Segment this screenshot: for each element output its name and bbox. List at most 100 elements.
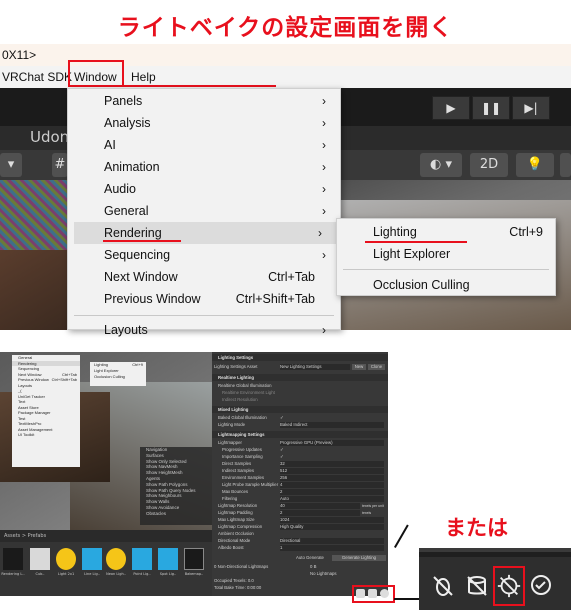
lighting-mode-dropdown[interactable]: Baked Indirect — [280, 422, 384, 428]
setting-value[interactable]: High Quality — [280, 524, 384, 530]
menu-item-general[interactable]: General › — [68, 200, 340, 222]
overlay-item[interactable]: Obstacles — [140, 511, 212, 517]
window-menu-highlight — [68, 60, 124, 87]
submenu-item-occlusion-culling[interactable]: Occlusion Culling — [337, 274, 555, 296]
setting-value[interactable]: 4 — [280, 482, 384, 488]
setting-value[interactable]: 32 — [280, 461, 384, 467]
tab-udon[interactable]: Udon — [30, 128, 69, 146]
menu-vrchat-sdk[interactable]: VRChat SDK — [2, 66, 72, 88]
play-button[interactable]: ▶ — [432, 96, 470, 120]
menu-item-next-window[interactable]: Next Window Ctrl+Tab — [68, 266, 340, 288]
setting-label: Direct Samples — [222, 461, 252, 466]
setting-value[interactable]: 1 — [280, 545, 384, 551]
menu-item-ai[interactable]: AI › — [68, 134, 340, 156]
asset-thumbnail[interactable] — [82, 548, 102, 570]
generate-lighting-button[interactable]: Generate Lighting — [332, 555, 386, 561]
scene-more-button[interactable] — [560, 153, 571, 177]
asset-label: Rendering L.. — [1, 572, 25, 576]
asset-thumbnail[interactable] — [56, 548, 76, 570]
window-title: 0X11> — [2, 48, 37, 62]
setting-value[interactable]: 2 — [280, 489, 384, 495]
submenu-item-lighting[interactable]: Lighting Ctrl+9 — [337, 221, 555, 243]
window-dropdown-menu: Panels › Analysis › AI › Animation › Audio › … — [67, 88, 341, 337]
asset-thumbnail[interactable] — [106, 548, 126, 570]
lighting-status-icon[interactable] — [380, 589, 389, 598]
lightmap-icon[interactable] — [368, 589, 377, 598]
setting-label: Ambient Occlusion — [218, 531, 254, 536]
setting-value[interactable]: Auto — [280, 496, 384, 502]
menu-item-animation[interactable]: Animation › — [68, 156, 340, 178]
lightmapping-section-header[interactable]: Lightmapping Settings — [212, 431, 388, 438]
setting-label: Lighting Mode — [218, 422, 245, 427]
menu-item-previous-window[interactable]: Previous Window Ctrl+Shift+Tab — [68, 288, 340, 310]
asset-label: Cub.. — [35, 572, 45, 576]
asset-thumbnail[interactable] — [158, 548, 178, 570]
step-button[interactable]: ▶| — [512, 96, 550, 120]
setting-value[interactable]: 256 — [280, 475, 384, 481]
lighting-settings-panel: Lighting Settings Lighting Settings Asse… — [212, 352, 388, 596]
setting-value[interactable]: 1024 — [280, 517, 384, 523]
mini-item[interactable]: Previous Window Ctrl+Shift+Tab — [12, 377, 80, 383]
mini-rendering-submenu: Lighting Ctrl+9 Light Explorer Occlusion … — [90, 362, 146, 386]
auto-lighting-icon[interactable] — [496, 573, 522, 599]
tool-dropdown-button[interactable]: ▾ — [0, 153, 22, 177]
menu-item-analysis[interactable]: Analysis › — [68, 112, 340, 134]
clone-settings-button[interactable]: Clone — [368, 364, 385, 370]
realtime-section-header[interactable]: Realtime Lighting — [212, 374, 388, 381]
asset-thumbnail[interactable] — [184, 548, 204, 570]
menu-item-layouts[interactable]: Layouts › — [68, 319, 340, 341]
setting-value[interactable]: 2 — [280, 510, 360, 516]
setting-label: Filtering — [222, 496, 238, 501]
setting-value[interactable]: 512 — [280, 468, 384, 474]
setting-label: Albedo Boost — [218, 545, 244, 550]
scene-texture — [0, 180, 68, 250]
setting-label: Directional Mode — [218, 538, 251, 543]
lighting-panel-title: Lighting Settings — [212, 354, 388, 361]
project-breadcrumb: Assets > Prefabs — [0, 530, 212, 542]
settings-asset-field[interactable]: New Lighting Settings — [280, 364, 350, 370]
setting-value[interactable]: Directional — [280, 538, 384, 544]
menu-item-sequencing[interactable]: Sequencing › — [68, 244, 340, 266]
menu-item-panels[interactable]: Panels › — [68, 90, 340, 112]
mixed-section-header[interactable]: Mixed Lighting — [212, 406, 388, 413]
shading-mode-button[interactable]: ◐ ▾ — [420, 153, 462, 177]
setting-label: Realtime Environment Light — [222, 390, 275, 395]
asset-thumbnail[interactable] — [3, 548, 23, 570]
stat-text: 0 Non-Directional Lightmaps — [214, 564, 269, 569]
stat-text: 0 B — [310, 564, 317, 569]
rendering-underline — [103, 240, 181, 242]
setting-value[interactable]: ✓ — [280, 447, 284, 453]
setting-value[interactable]: ✓ — [280, 415, 284, 421]
database-icon[interactable] — [463, 572, 491, 600]
setting-label: Max Bounces — [222, 489, 249, 494]
lighting-toggle-button[interactable]: 💡 — [516, 153, 554, 177]
grid-tool-button[interactable]: # — [52, 153, 68, 177]
setting-value[interactable]: 40 — [280, 503, 360, 509]
mode-2d-button[interactable]: 2D — [470, 153, 508, 177]
asset-thumbnail[interactable] — [30, 548, 50, 570]
asset-label: Bakemap.. — [184, 572, 204, 576]
pause-button[interactable]: ❚❚ — [472, 96, 510, 120]
setting-value[interactable]: ✓ — [280, 454, 284, 460]
stat-text: Total Bake Time: 0:00:00 — [214, 585, 262, 590]
mini-sub-item[interactable]: Occlusion Culling — [90, 374, 146, 380]
unit-label: texels — [362, 511, 372, 515]
asset-thumbnail[interactable] — [132, 548, 152, 570]
setting-label: Baked Global Illumination — [218, 415, 267, 420]
setting-label: Lightmap Resolution — [218, 503, 258, 508]
new-settings-button[interactable]: New — [352, 364, 366, 370]
menu-item-audio[interactable]: Audio › — [68, 178, 340, 200]
stat-text: No Lightmaps — [310, 571, 337, 576]
debug-bug-icon[interactable] — [429, 572, 457, 600]
asset-label: Spot Lig.. — [159, 572, 177, 576]
mini-item[interactable]: UI Toolkit — [12, 432, 80, 438]
unit-label: texels per unit — [362, 504, 384, 508]
checkmark-circle-icon[interactable] — [530, 574, 552, 596]
alternative-label: または — [445, 516, 508, 540]
auto-generate-label[interactable]: Auto Generate — [296, 555, 324, 561]
submenu-item-light-explorer[interactable]: Light Explorer — [337, 243, 555, 265]
lightmapper-dropdown[interactable]: Progressive GPU (Preview) — [280, 440, 384, 446]
bake-icon[interactable] — [356, 589, 365, 598]
asset-label: Line Lig.. — [84, 572, 100, 576]
highlight-underline — [124, 85, 276, 87]
